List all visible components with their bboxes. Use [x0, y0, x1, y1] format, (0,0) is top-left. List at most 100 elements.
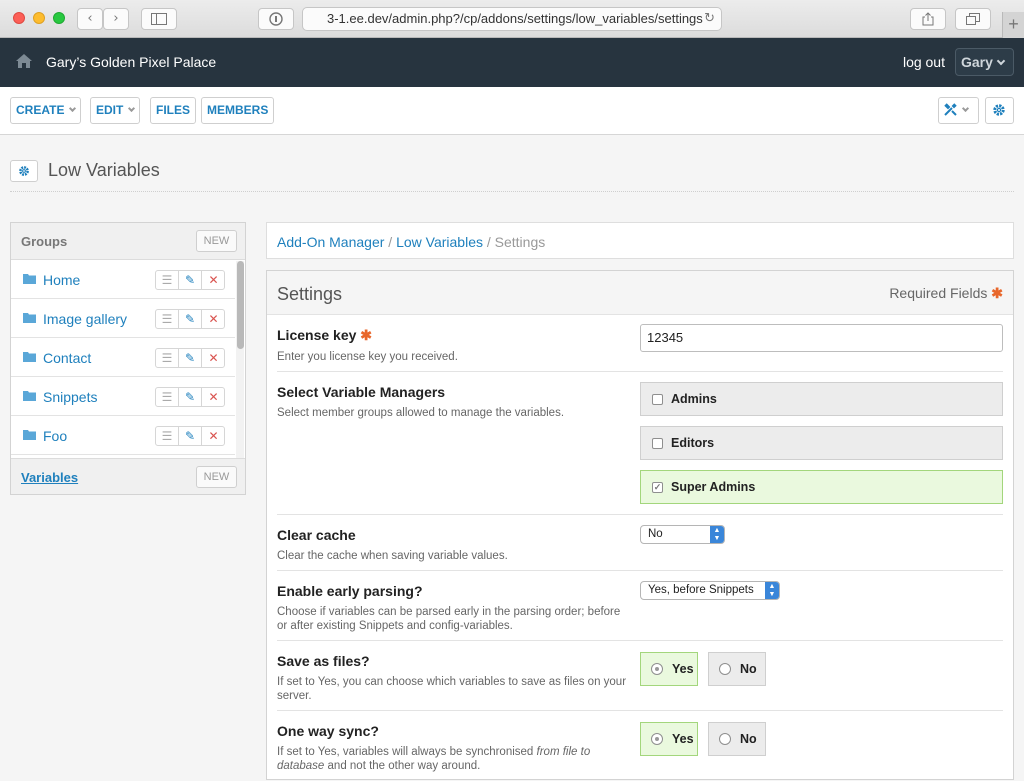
addon-settings-button[interactable] [10, 160, 38, 182]
reorder-icon[interactable]: ☰ [156, 310, 179, 328]
settings-button[interactable] [985, 97, 1014, 124]
group-label[interactable]: Foo [43, 428, 67, 444]
breadcrumb-separator: / [486, 234, 491, 250]
checkbox-checked-icon[interactable]: ✓ [652, 482, 663, 493]
address-bar[interactable]: 3-1.ee.dev/admin.php?/cp/addons/settings… [302, 7, 722, 31]
edit-menu-button[interactable]: EDIT [90, 97, 141, 124]
back-button[interactable]: ‹ [77, 8, 103, 30]
variables-link[interactable]: Variables [21, 470, 78, 485]
delete-icon[interactable]: ✕ [202, 388, 225, 406]
reorder-icon[interactable]: ☰ [156, 427, 179, 445]
delete-icon[interactable]: ✕ [202, 427, 225, 445]
tabs-overview-button[interactable] [955, 8, 991, 30]
radio-icon[interactable] [719, 733, 731, 745]
manager-option-admins[interactable]: Admins [640, 382, 1003, 416]
list-item[interactable]: Image gallery ☰ ✎ ✕ [11, 299, 235, 338]
manager-option-super-admins[interactable]: ✓ Super Admins [640, 470, 1003, 504]
checkbox-icon[interactable] [652, 438, 663, 449]
edit-icon[interactable]: ✎ [179, 427, 202, 445]
required-star-icon: ✱ [991, 285, 1003, 301]
license-key-row: License key ✱ Enter you license key you … [277, 315, 1003, 372]
scrollbar-thumb[interactable] [237, 261, 244, 349]
group-label[interactable]: Contact [43, 350, 91, 366]
forward-button[interactable]: › [103, 8, 129, 30]
group-actions: ☰ ✎ ✕ [155, 387, 225, 407]
reorder-icon[interactable]: ☰ [156, 349, 179, 367]
edit-icon[interactable]: ✎ [179, 310, 202, 328]
files-button[interactable]: FILES [150, 97, 197, 124]
save-as-files-yes[interactable]: Yes [640, 652, 698, 686]
breadcrumb-current: Settings [494, 234, 546, 250]
radio-selected-icon[interactable] [651, 733, 663, 745]
radio-selected-icon[interactable] [651, 663, 663, 675]
developer-tools-button[interactable] [938, 97, 979, 124]
new-group-button[interactable]: NEW [196, 230, 237, 252]
home-icon[interactable] [16, 54, 32, 68]
one-way-sync-yes[interactable]: Yes [640, 722, 698, 756]
gear-icon [19, 166, 29, 176]
list-item[interactable]: Contact ☰ ✎ ✕ [11, 338, 235, 377]
logout-link[interactable]: log out [903, 54, 945, 70]
desc-text: and not the other way around. [324, 760, 481, 772]
tabs-icon [966, 13, 980, 25]
early-parsing-select[interactable]: Yes, before Snippets ▲ ▼ [640, 581, 780, 600]
reorder-icon[interactable]: ☰ [156, 271, 179, 289]
group-actions: ☰ ✎ ✕ [155, 270, 225, 290]
chevron-down-icon [996, 56, 1006, 66]
user-menu-button[interactable]: Gary [955, 48, 1014, 76]
edit-icon[interactable]: ✎ [179, 388, 202, 406]
option-label: No [740, 732, 757, 746]
group-label[interactable]: Image gallery [43, 311, 127, 327]
list-item[interactable]: Home ☰ ✎ ✕ [11, 260, 235, 299]
reader-icon [269, 12, 283, 26]
list-item[interactable]: Snippets ☰ ✎ ✕ [11, 377, 235, 416]
edit-icon[interactable]: ✎ [179, 271, 202, 289]
site-name[interactable]: Gary’s Golden Pixel Palace [46, 54, 216, 70]
save-as-files-no[interactable]: No [708, 652, 766, 686]
license-key-input[interactable]: 12345 [640, 324, 1003, 352]
option-label: Admins [671, 392, 717, 406]
radio-icon[interactable] [719, 663, 731, 675]
edit-icon[interactable]: ✎ [179, 349, 202, 367]
gear-icon [993, 104, 1005, 116]
breadcrumb-low-variables[interactable]: Low Variables [396, 234, 483, 250]
field-name: Clear cache [277, 527, 356, 543]
chevron-down-icon [69, 104, 77, 113]
zoom-window-button[interactable] [53, 12, 65, 24]
app-header: Gary’s Golden Pixel Palace log out Gary [0, 38, 1024, 87]
group-label[interactable]: Home [43, 272, 80, 288]
save-as-files-row: Save as files? If set to Yes, you can ch… [277, 641, 1003, 711]
new-tab-button[interactable]: + [1002, 12, 1024, 38]
members-button[interactable]: MEMBERS [201, 97, 275, 124]
list-item[interactable]: Foo ☰ ✎ ✕ [11, 416, 235, 455]
delete-icon[interactable]: ✕ [202, 349, 225, 367]
group-label[interactable]: Snippets [43, 389, 97, 405]
folder-icon [23, 352, 36, 362]
clear-cache-select[interactable]: No ▲ ▼ [640, 525, 725, 544]
group-actions: ☰ ✎ ✕ [155, 348, 225, 368]
manager-option-editors[interactable]: Editors [640, 426, 1003, 460]
option-label: Yes [672, 732, 694, 746]
delete-icon[interactable]: ✕ [202, 310, 225, 328]
page-title: Low Variables [48, 160, 160, 180]
close-window-button[interactable] [13, 12, 25, 24]
checkbox-icon[interactable] [652, 394, 663, 405]
new-variable-button[interactable]: NEW [196, 466, 237, 488]
reorder-icon[interactable]: ☰ [156, 388, 179, 406]
sidebar-toggle-button[interactable] [141, 8, 177, 30]
groups-title: Groups [21, 234, 68, 249]
delete-icon[interactable]: ✕ [202, 271, 225, 289]
field-description: If set to Yes, you can choose which vari… [277, 676, 627, 702]
reader-button[interactable] [258, 8, 294, 30]
settings-header: Settings Required Fields ✱ [267, 271, 1013, 315]
folder-icon [23, 274, 36, 284]
groups-scrollbar[interactable] [236, 261, 244, 459]
option-label: No [740, 662, 757, 676]
breadcrumb: Add-On Manager / Low Variables / Setting… [266, 222, 1014, 259]
minimize-window-button[interactable] [33, 12, 45, 24]
breadcrumb-addon-manager[interactable]: Add-On Manager [277, 234, 384, 250]
reload-icon[interactable]: ↻ [704, 8, 715, 30]
share-button[interactable] [910, 8, 946, 30]
one-way-sync-no[interactable]: No [708, 722, 766, 756]
create-menu-button[interactable]: CREATE [10, 97, 82, 124]
